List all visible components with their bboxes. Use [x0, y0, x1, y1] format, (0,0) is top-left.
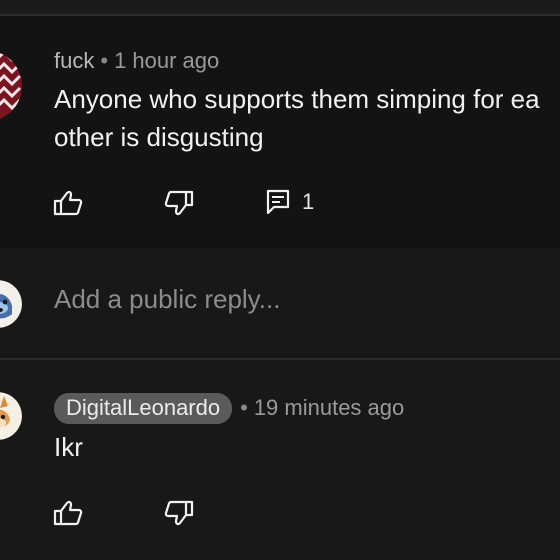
comment-meta: fuck • 1 hour ago	[54, 48, 219, 74]
reply-text: Ikr	[54, 432, 83, 462]
reply-dislike-button[interactable]	[164, 500, 194, 526]
reply-count: 1	[302, 189, 315, 214]
comment-timestamp[interactable]: 1 hour ago	[114, 48, 219, 73]
meta-separator: •	[100, 48, 109, 73]
thumbs-up-icon	[53, 500, 83, 526]
comment-text-line-1: Anyone who supports them simping for ea	[54, 84, 540, 114]
thumbs-down-icon	[164, 190, 194, 216]
reply-input[interactable]	[54, 284, 554, 315]
previous-content-strip	[0, 0, 560, 14]
comment-author[interactable]: fuck	[54, 48, 94, 73]
divider	[0, 358, 560, 360]
reply-meta: DigitalLeonardo • 19 minutes ago	[54, 393, 404, 424]
reply-author-avatar[interactable]	[0, 392, 22, 440]
reply-author-badge[interactable]: DigitalLeonardo	[54, 393, 233, 424]
comment-text-line-2: other is disgusting	[54, 122, 264, 152]
comments-thread: fu fuck•1 hour ago Anyone who supports t…	[0, 0, 560, 560]
dislike-button[interactable]	[164, 190, 194, 216]
like-button[interactable]	[53, 190, 83, 216]
replies-button[interactable]: 1	[266, 189, 314, 215]
meta-separator: •	[240, 395, 248, 420]
comment-icon	[266, 189, 290, 215]
reply-like-button[interactable]	[53, 500, 83, 526]
reply-timestamp[interactable]: 19 minutes ago	[254, 395, 404, 420]
thumbs-up-icon	[53, 190, 83, 216]
thumbs-down-icon	[164, 500, 194, 526]
